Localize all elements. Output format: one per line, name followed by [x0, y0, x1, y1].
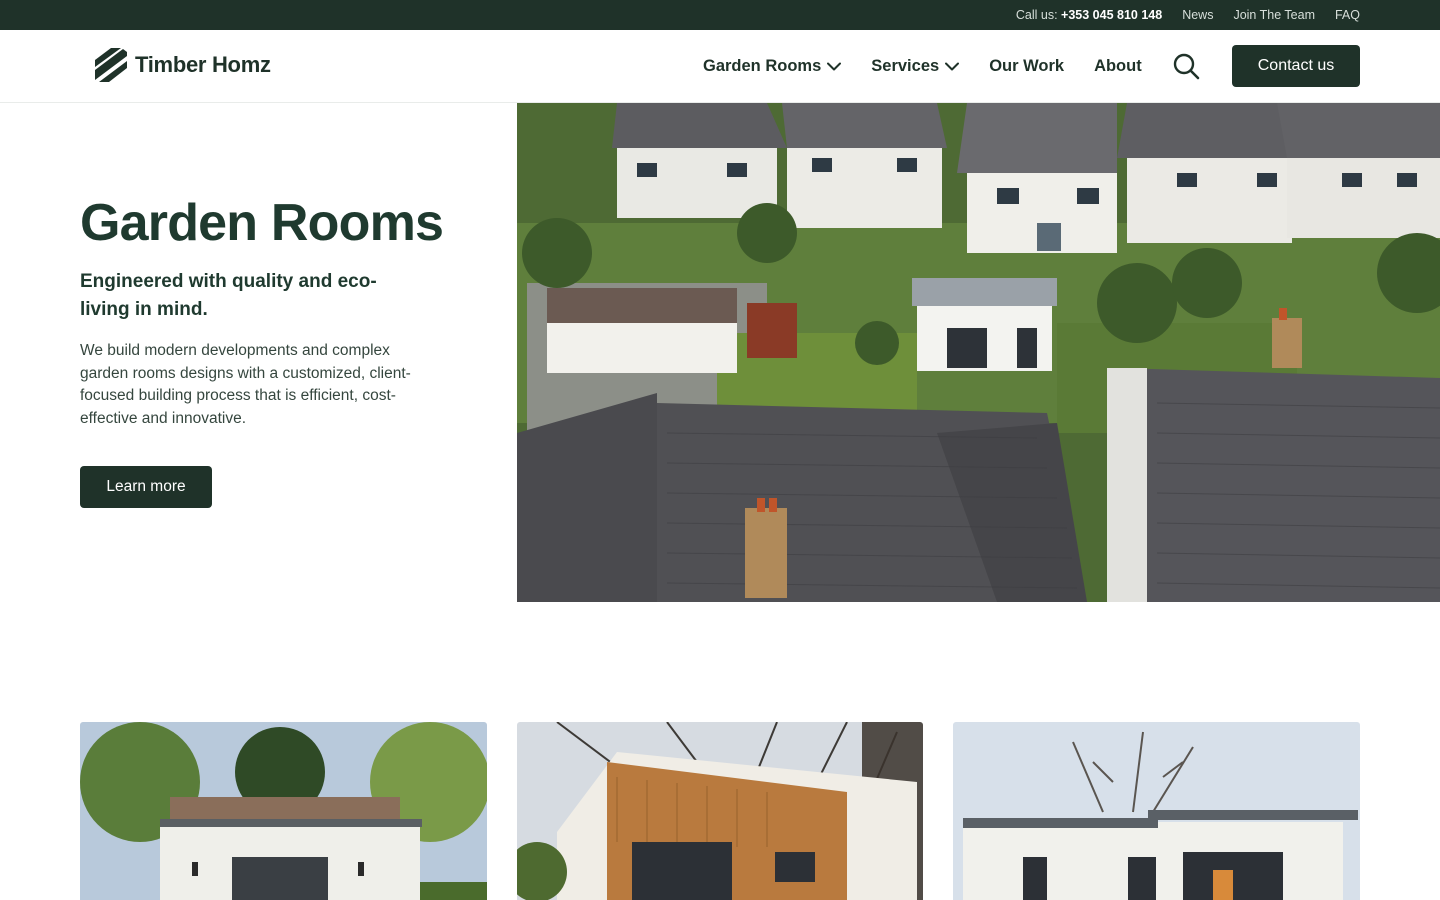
hero-description: We build modern developments and complex… [80, 342, 411, 427]
contact-us-button[interactable]: Contact us [1232, 45, 1360, 87]
hero-aerial-photo [517, 103, 1440, 602]
logo-text: Timber Homz [135, 52, 271, 77]
call-us-prefix: Call us: [1015, 8, 1058, 22]
chevron-down-icon [945, 62, 960, 71]
hero-subtitle: Engineered with quality and eco-living i… [80, 271, 377, 321]
hero-title: Garden Rooms [80, 194, 444, 252]
nav-item-label: Garden Rooms [703, 57, 822, 75]
faq-link[interactable]: FAQ [1335, 8, 1360, 22]
card-photo [517, 722, 923, 900]
site-logo[interactable]: Timber Homz [95, 48, 271, 82]
top-utility-links: Call us: +353 045 810 148 News Join The … [1016, 0, 1360, 30]
project-card-flat-roof-extension[interactable] [953, 722, 1360, 900]
main-header: Timber Homz Garden Rooms Services Our Wo… [0, 30, 1440, 103]
call-us-text[interactable]: Call us: +353 045 810 148 [1016, 8, 1162, 22]
nav-item-label: About [1094, 57, 1142, 75]
aerial-houses-illustration [517, 103, 1440, 602]
news-link[interactable]: News [1182, 8, 1213, 22]
card-photo [80, 722, 487, 900]
hero-text-block: Garden Rooms Engineered with quality and… [80, 194, 460, 430]
phone-number[interactable]: +353 045 810 148 [1061, 8, 1162, 22]
project-card-white-garden-room[interactable] [80, 722, 487, 900]
nav-item-our-work[interactable]: Our Work [989, 57, 1064, 76]
top-utility-bar: Call us: +353 045 810 148 News Join The … [0, 0, 1440, 30]
nav-item-label: Our Work [989, 57, 1065, 75]
learn-more-button[interactable]: Learn more [80, 466, 212, 508]
join-the-team-link[interactable]: Join The Team [1233, 8, 1315, 22]
project-card-timber-garden-room[interactable] [517, 722, 923, 900]
nav-item-label: Services [871, 57, 940, 75]
logo-mark-icon [95, 48, 127, 82]
nav-item-services[interactable]: Services [871, 57, 960, 76]
nav-item-about[interactable]: About [1094, 57, 1142, 76]
nav-item-garden-rooms[interactable]: Garden Rooms [703, 57, 842, 76]
card-photo [953, 722, 1360, 900]
main-nav: Garden Rooms Services Our Work About [703, 30, 1142, 103]
chevron-down-icon [827, 62, 842, 71]
search-icon[interactable] [1172, 52, 1200, 80]
